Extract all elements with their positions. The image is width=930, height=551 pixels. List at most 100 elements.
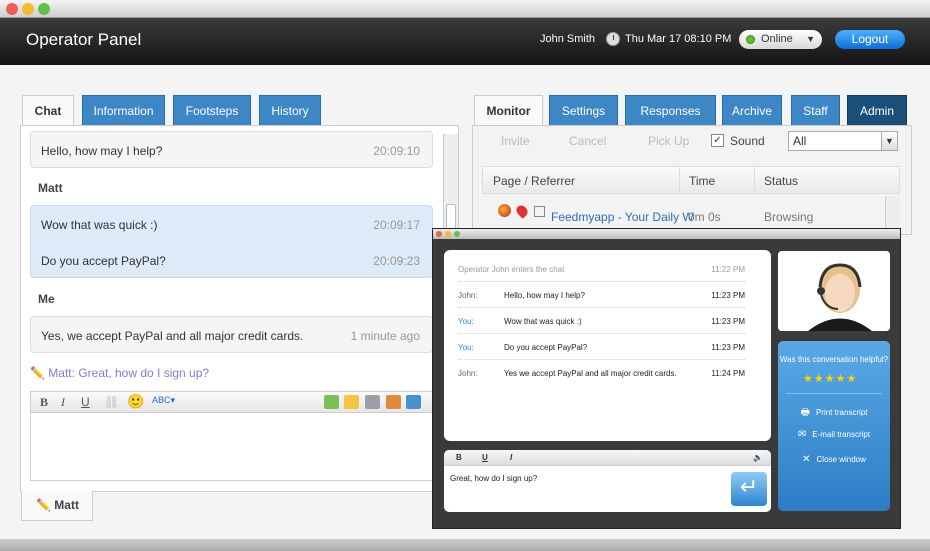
status-dropdown[interactable]: Online ▼ [739,30,822,49]
print-transcript-link[interactable]: 🖶 Print transcript [778,405,890,422]
feedback-panel: Was this conversation helpful? ★★★★★ 🖶 Pr… [778,341,890,511]
tab-monitor[interactable]: Monitor [474,95,543,126]
close-window-link[interactable]: ✕ Close window [778,454,890,465]
tab-admin[interactable]: Admin [847,95,907,125]
chat-message-group: Wow that was quick :) 20:09:17 Do you ac… [30,205,433,278]
tab-history[interactable]: History [259,95,321,125]
window-bottom-bar [0,539,930,551]
external-link-icon [534,206,545,217]
visitor-table-header: Page / Referrer Time Status [482,166,900,194]
compose-input[interactable]: Great, how do I sign up? [450,474,537,483]
link-icon[interactable]: ⛓ [104,395,119,409]
tab-footsteps[interactable]: Footsteps [173,95,251,125]
print-icon: 🖶 [800,407,810,418]
visitor-filter-select[interactable]: All ▼ [788,131,898,151]
sound-checkbox[interactable]: ✓ [711,134,724,147]
typing-text: Great, how do I sign up? [78,366,210,380]
column-divider [754,167,755,193]
line-time: 11:23 PM [711,343,745,352]
smiley-icon[interactable]: 🙂 [127,393,144,410]
italic-button[interactable]: I [61,395,65,410]
transfer-icon[interactable] [386,395,401,409]
tab-staff[interactable]: Staff [791,95,840,125]
underline-button[interactable]: U [81,395,90,409]
line-text: Hello, how may I help? [504,291,585,300]
chevron-down-icon: ▼ [806,34,815,44]
push-page-icon[interactable] [324,395,339,409]
column-status[interactable]: Status [764,174,798,188]
line-name: John: [458,291,478,300]
send-button[interactable]: ↵ [731,472,767,506]
visitor-page[interactable]: Feedmyapp - Your Daily W [551,210,694,224]
logout-button[interactable]: Logout [835,30,905,49]
window-titlebar [0,0,930,18]
column-time[interactable]: Time [689,174,715,188]
message-text: Hello, how may I help? [41,144,163,158]
zoom-window-button[interactable] [454,231,460,237]
print-label: Print transcript [815,408,868,417]
transcript-line: You: Do you accept PayPal? 11:23 PM [458,334,745,360]
message-time: 20:09:23 [373,254,420,268]
message-time: 20:09:10 [373,144,420,158]
bold-button[interactable]: B [40,395,48,410]
rating-stars[interactable]: ★★★★★ [803,372,857,385]
underline-button[interactable]: U [482,453,488,462]
visitor-status: Browsing [764,210,814,224]
close-icon: ✕ [802,454,811,465]
line-text: Wow that was quick :) [504,317,582,326]
message-text: Yes, we accept PayPal and all major cred… [41,329,304,343]
pencil-icon: ✏️ [36,498,51,512]
transcript-line: Operator John enters the chat 11:22 PM [458,256,745,282]
chat-transcript: Operator John enters the chat 11:22 PM J… [444,250,771,441]
tab-archive[interactable]: Archive [722,95,782,125]
line-time: 11:22 PM [711,265,745,274]
line-name: John: [458,369,478,378]
transcript-line: You: Wow that was quick :) 11:23 PM [458,308,745,334]
column-page-referrer[interactable]: Page / Referrer [493,174,575,188]
chat-session-tab[interactable]: ✏️ Matt [21,491,93,521]
close-window-button[interactable] [6,3,18,15]
tab-responses[interactable]: Responses [625,95,716,125]
enter-notice: Operator John enters the chat [458,265,565,274]
operator-avatar-icon [778,251,890,331]
email-label: E-mail transcript [812,430,871,439]
tab-chat[interactable]: Chat [22,95,74,126]
transcript-line: John: Yes we accept PayPal and all major… [458,360,745,386]
sound-icon[interactable]: 🔈 [753,453,763,462]
chat-message: Yes, we accept PayPal and all major cred… [30,316,433,353]
chevron-down-icon[interactable]: ▼ [881,132,897,150]
zoom-window-button[interactable] [38,3,50,15]
line-text: Yes we accept PayPal and all major credi… [504,369,677,378]
mail-icon: ✉ [797,429,807,440]
message-editor[interactable]: B I U ⛓ 🙂 ABC▾ [30,391,440,481]
minimize-window-button[interactable] [22,3,34,15]
enter-arrow-icon: ↵ [739,474,759,499]
operator-photo [778,251,890,331]
message-time: 1 minute ago [350,329,420,343]
chat-message: Hello, how may I help? 20:09:10 [30,131,433,168]
close-window-button[interactable] [436,231,442,237]
email-transcript-link[interactable]: ✉ E-mail transcript [778,429,890,440]
tab-settings[interactable]: Settings [549,95,618,125]
invite-operator-icon[interactable] [406,395,421,409]
compose-toolbar: B U I 🔈 [444,450,771,466]
cancel-button[interactable]: Cancel [569,134,606,148]
status-value: Online [761,33,793,45]
table-scrollbar[interactable] [885,196,900,228]
operator-name: John Smith [540,33,596,45]
minimize-window-button[interactable] [445,231,451,237]
visitor-chat-window: Operator John enters the chat 11:22 PM J… [432,228,901,529]
pickup-button[interactable]: Pick Up [648,134,689,148]
bold-button[interactable]: B [456,453,462,462]
app-header: Operator Panel John Smith Thu Mar 17 08:… [0,18,930,65]
visitor-name: Matt [38,181,63,195]
filter-value: All [793,134,807,148]
invite-button[interactable]: Invite [501,134,530,148]
popup-titlebar [433,229,900,239]
spellcheck-icon[interactable]: ABC▾ [152,395,175,406]
italic-button[interactable]: I [510,453,512,462]
tab-information[interactable]: Information [82,95,165,125]
canned-response-icon[interactable] [344,395,359,409]
compose-box[interactable]: B U I 🔈 Great, how do I sign up? ↵ [444,450,771,512]
print-icon[interactable] [365,395,380,409]
